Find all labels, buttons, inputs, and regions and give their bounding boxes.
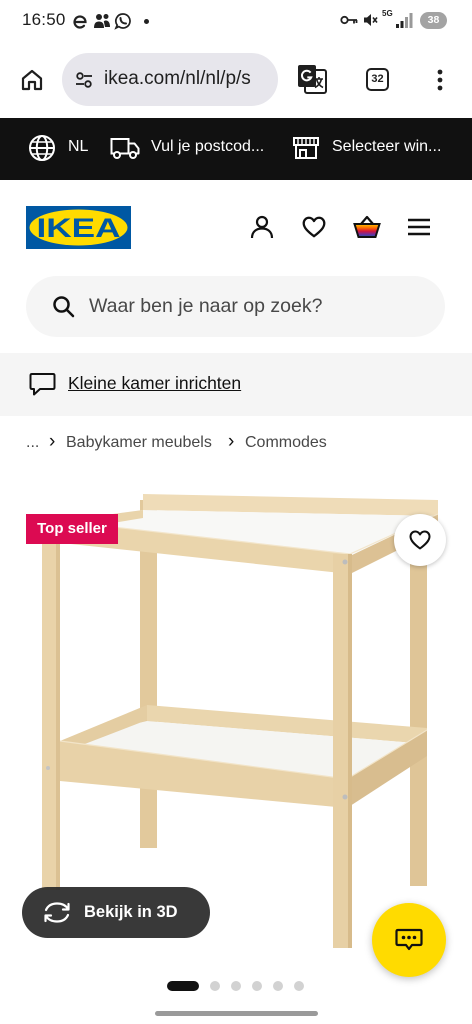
carousel-pagination	[167, 981, 304, 991]
promo-link[interactable]: Kleine kamer inrichten	[68, 373, 241, 394]
add-to-favourites-button[interactable]	[394, 514, 446, 566]
carousel-dot[interactable]	[273, 981, 283, 991]
people-icon	[94, 14, 110, 28]
battery-level: 38	[427, 14, 440, 26]
person-icon[interactable]	[249, 214, 275, 240]
logo-text: IKEA	[37, 213, 121, 243]
url-text[interactable]: ikea.com/nl/nl/p/s	[104, 68, 272, 90]
chat-icon	[395, 928, 423, 951]
breadcrumb-separator: ›	[228, 431, 235, 452]
heart-icon	[409, 530, 431, 550]
carousel-dot-active[interactable]	[167, 981, 199, 991]
breadcrumb-item-commodes[interactable]: Commodes	[245, 434, 327, 452]
google-translate-icon[interactable]	[296, 63, 328, 95]
e-icon	[73, 15, 87, 29]
utility-bar: NL Vul je postcod... Selecteer win...	[0, 118, 472, 180]
tab-count: 32	[371, 73, 384, 85]
search-placeholder: Waar ben je naar op zoek?	[89, 295, 323, 317]
tab-switcher-button[interactable]: 32	[366, 68, 389, 91]
mute-icon	[364, 14, 378, 26]
breadcrumb-separator: ›	[49, 431, 56, 452]
tune-icon[interactable]	[74, 70, 94, 90]
address-bar[interactable]: ikea.com/nl/nl/p/s	[62, 53, 278, 106]
status-time: 16:50	[22, 10, 66, 29]
signal-icon	[396, 13, 413, 28]
search-input[interactable]: Waar ben je naar op zoek?	[26, 276, 445, 337]
site-header: IKEA	[0, 180, 472, 272]
view-in-3d-label: Bekijk in 3D	[84, 903, 178, 921]
truck-icon[interactable]	[110, 136, 140, 160]
chat-bubble-icon	[29, 373, 56, 396]
view-in-3d-button[interactable]: Bekijk in 3D	[22, 887, 210, 938]
top-seller-badge: Top seller	[26, 514, 118, 544]
carousel-dot[interactable]	[210, 981, 220, 991]
status-bar: 16:50 5G 38	[0, 0, 472, 40]
whatsapp-icon	[114, 13, 131, 30]
store-selector[interactable]: Selecteer win...	[332, 138, 441, 156]
gesture-bar[interactable]	[155, 1011, 318, 1016]
search-icon	[53, 296, 75, 318]
changing-table-lower-shelf	[59, 705, 428, 808]
postcode-selector[interactable]: Vul je postcod...	[151, 138, 264, 156]
notification-dot-icon	[144, 19, 149, 24]
ikea-logo[interactable]: IKEA	[26, 206, 131, 249]
store-icon[interactable]	[292, 136, 320, 160]
carousel-dot[interactable]	[252, 981, 262, 991]
breadcrumb-item-babykamer[interactable]: Babykamer meubels	[66, 434, 212, 452]
basket-icon[interactable]	[352, 213, 382, 241]
carousel-dot[interactable]	[294, 981, 304, 991]
rotate-3d-icon	[44, 902, 70, 923]
promo-banner: Kleine kamer inrichten	[0, 353, 472, 416]
carousel-dot[interactable]	[231, 981, 241, 991]
more-vert-icon[interactable]	[432, 68, 448, 92]
menu-icon[interactable]	[406, 214, 432, 240]
breadcrumb-ellipsis[interactable]: ...	[26, 434, 39, 452]
browser-toolbar: ikea.com/nl/nl/p/s 32	[0, 40, 472, 118]
key-icon	[340, 15, 358, 25]
network-type: 5G	[382, 9, 393, 18]
chat-button[interactable]	[372, 903, 446, 977]
battery-icon: 38	[420, 12, 447, 29]
home-icon[interactable]	[20, 68, 44, 92]
heart-icon[interactable]	[301, 214, 327, 240]
language-selector[interactable]: NL	[68, 138, 88, 156]
globe-icon[interactable]	[28, 134, 56, 162]
